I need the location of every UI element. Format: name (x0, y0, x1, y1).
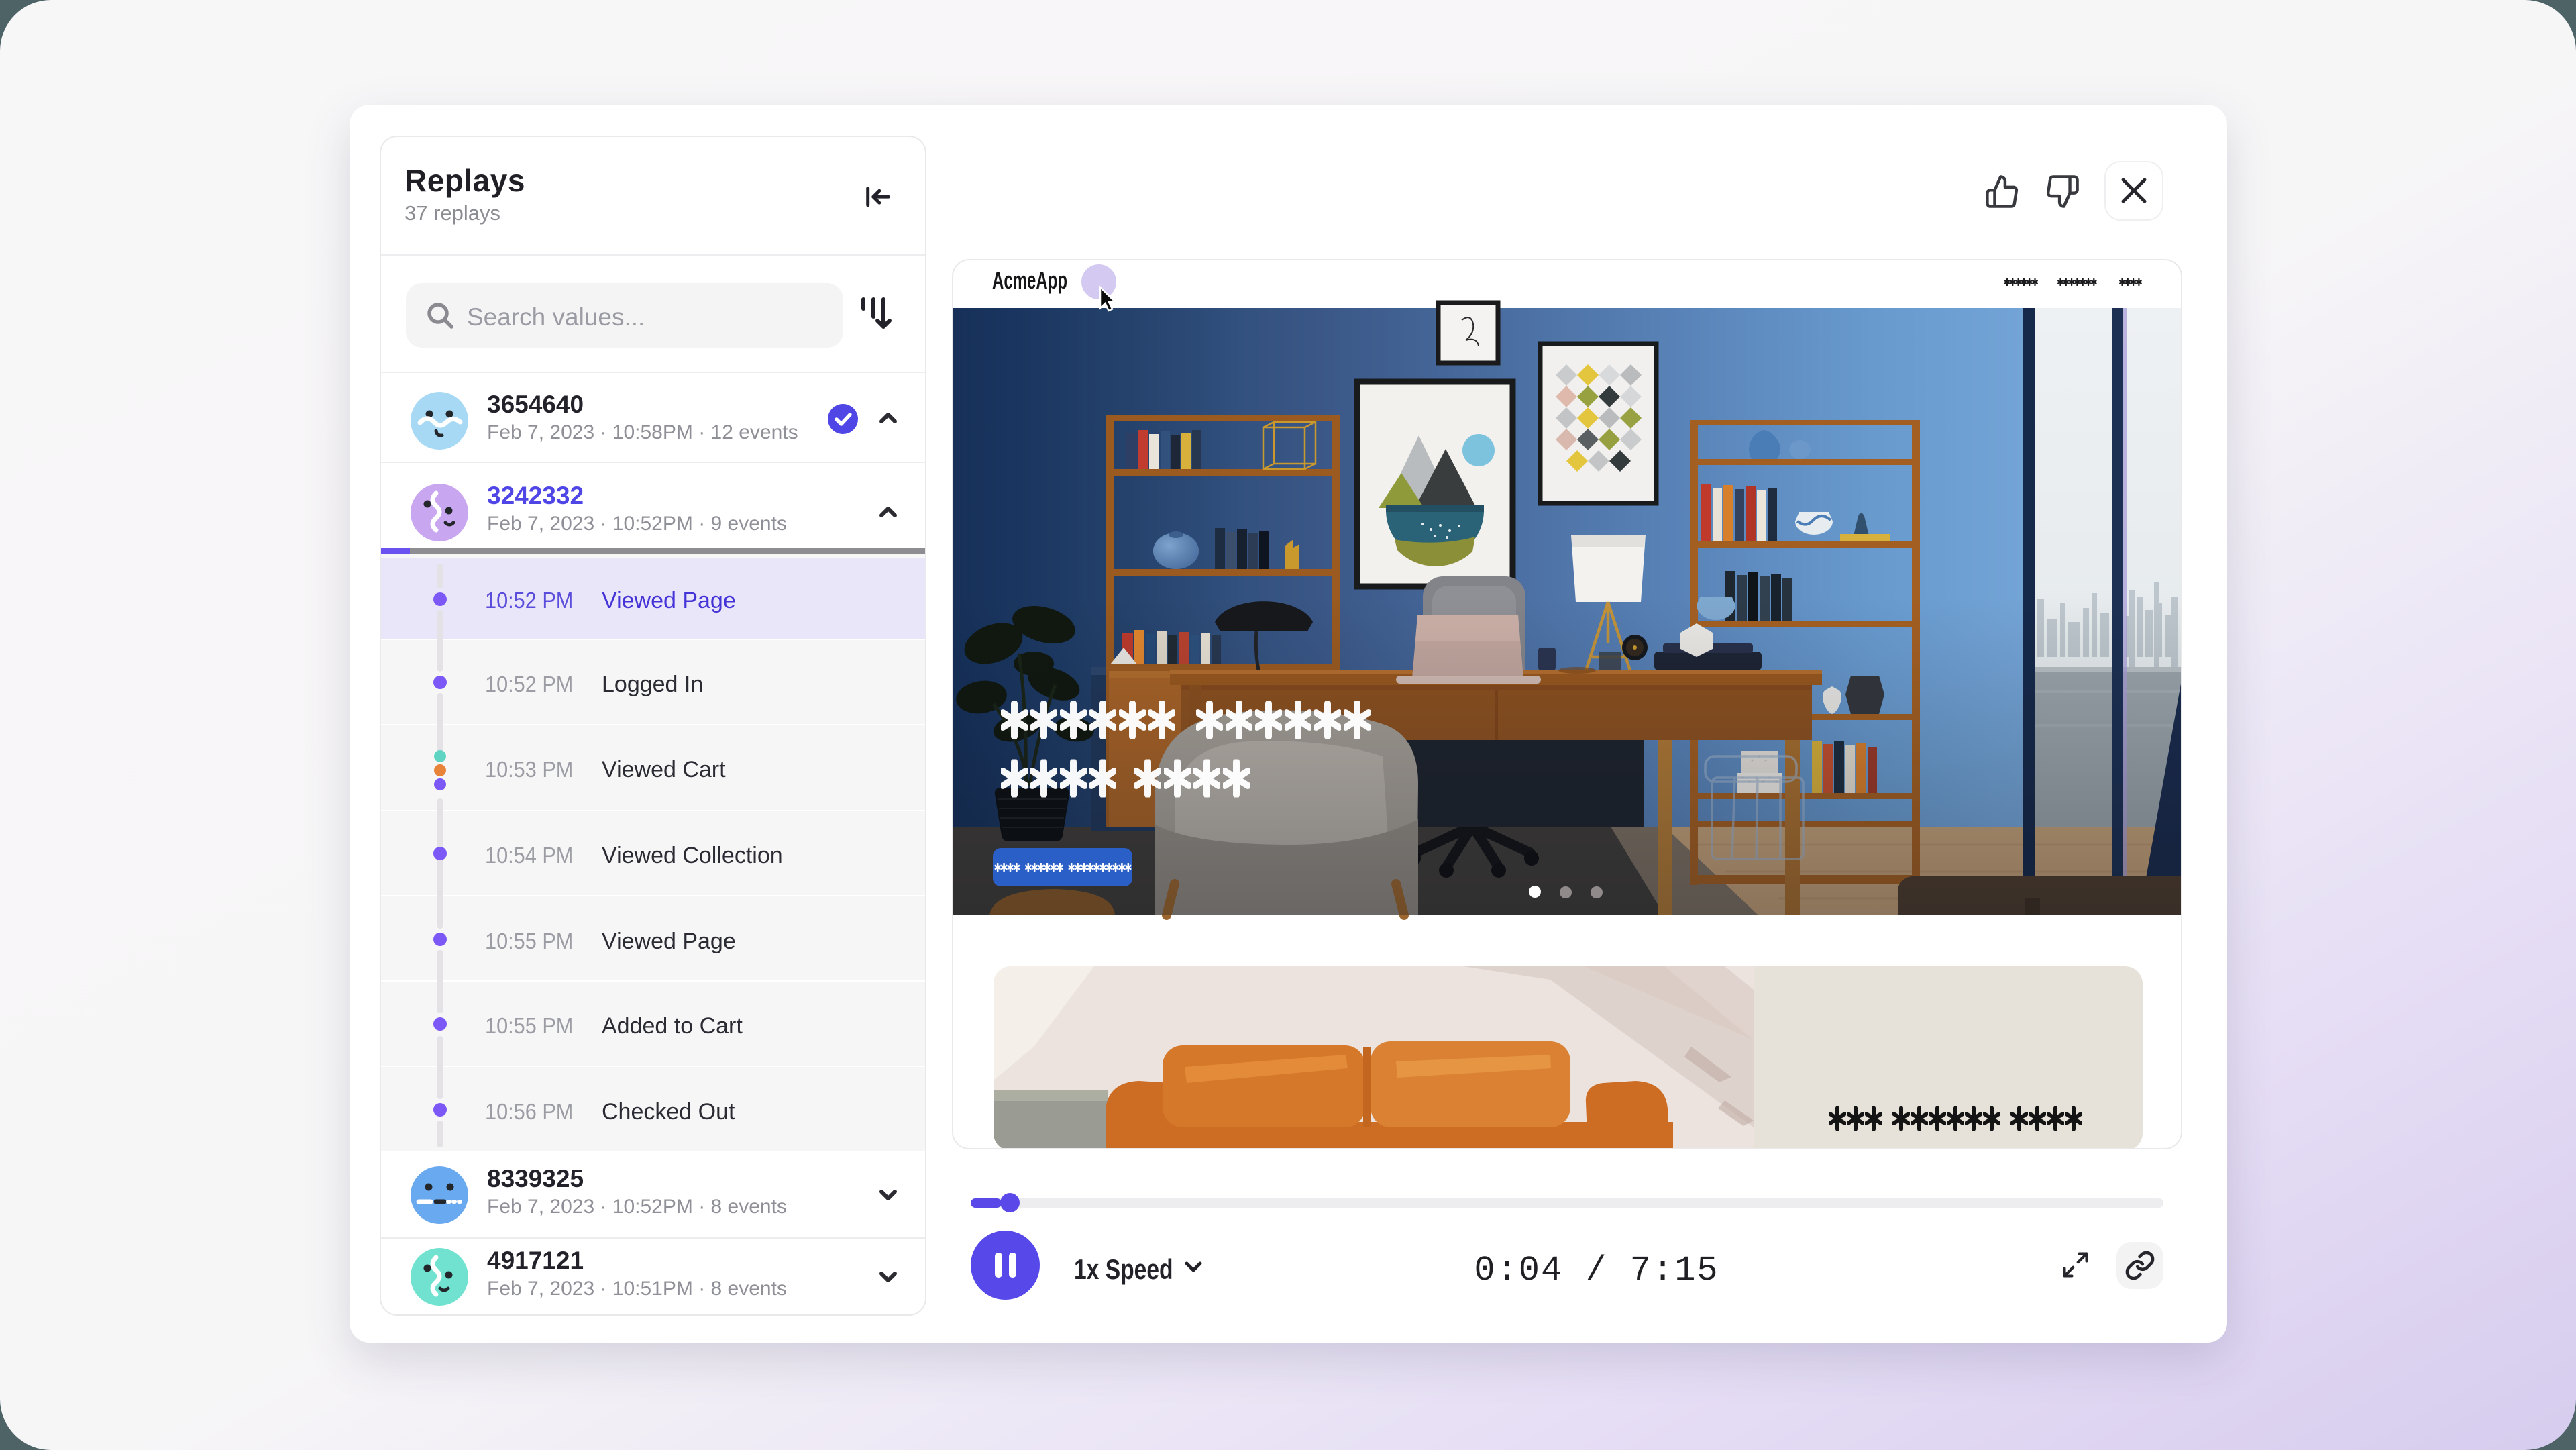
svg-text:AcmeApp: AcmeApp (992, 266, 1067, 294)
